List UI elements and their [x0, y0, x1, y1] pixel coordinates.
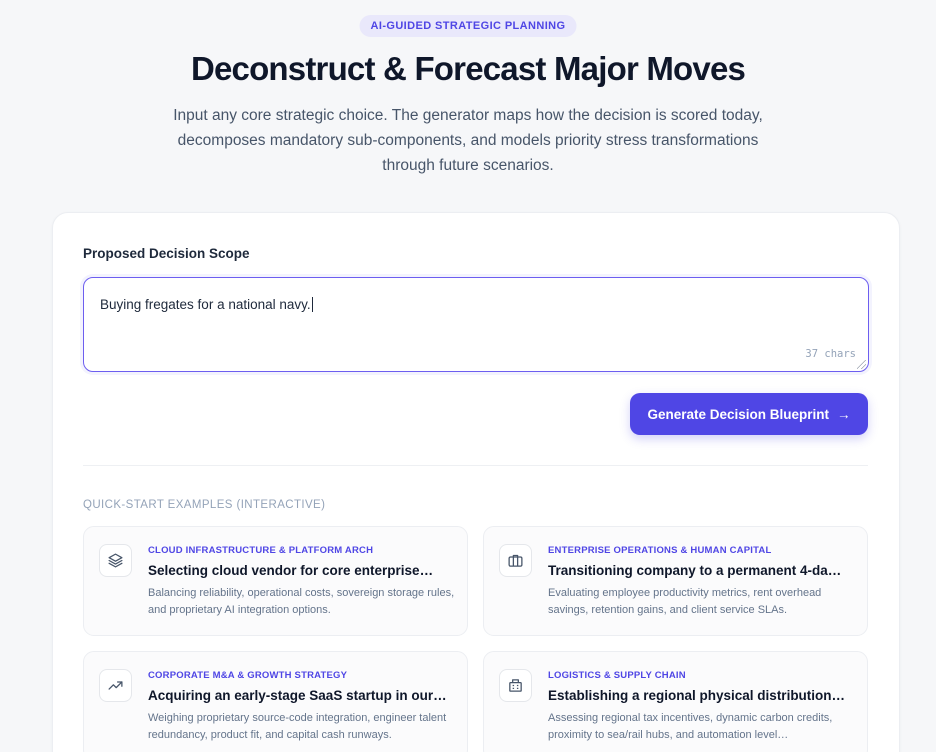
page-subtitle: Input any core strategic choice. The gen… — [173, 107, 763, 174]
example-category: CORPORATE M&A & GROWTH STRATEGY — [148, 670, 348, 681]
example-title: Selecting cloud vendor for core enterpri… — [148, 563, 434, 578]
layers-icon — [99, 544, 132, 577]
char-count: 37 chars — [805, 348, 856, 360]
example-title: Transitioning company to a permanent 4-d… — [548, 563, 848, 578]
arrow-right-icon: → — [837, 406, 851, 422]
decision-scope-input[interactable]: Buying fregates for a national navy. 37 … — [83, 277, 869, 372]
example-title: Establishing a regional physical distrib… — [548, 688, 846, 703]
example-card-cloud[interactable]: CLOUD INFRASTRUCTURE & PLATFORM ARCH Sel… — [83, 526, 468, 636]
example-description: Weighing proprietary source-code integra… — [148, 712, 447, 741]
example-description: Evaluating employee productivity metrics… — [548, 587, 822, 616]
section-badge: AI-GUIDED STRATEGIC PLANNING — [359, 15, 577, 37]
building-icon — [499, 669, 532, 702]
divider — [83, 465, 868, 466]
trending-up-icon — [99, 669, 132, 702]
decision-card: Proposed Decision Scope Buying fregates … — [52, 212, 900, 752]
example-category: ENTERPRISE OPERATIONS & HUMAN CAPITAL — [548, 545, 772, 556]
example-card-logistics[interactable]: LOGISTICS & SUPPLY CHAIN Establishing a … — [483, 651, 868, 752]
example-card-acquisition[interactable]: CORPORATE M&A & GROWTH STRATEGY Acquirin… — [83, 651, 468, 752]
example-category: CLOUD INFRASTRUCTURE & PLATFORM ARCH — [148, 545, 374, 556]
example-description: Balancing reliability, operational costs… — [148, 587, 455, 616]
generate-blueprint-button[interactable]: Generate Decision Blueprint → — [630, 393, 868, 435]
example-card-operations[interactable]: ENTERPRISE OPERATIONS & HUMAN CAPITAL Tr… — [483, 526, 868, 636]
example-description: Assessing regional tax incentives, dynam… — [548, 712, 833, 741]
decision-scope-label: Proposed Decision Scope — [83, 246, 250, 261]
briefcase-icon — [499, 544, 532, 577]
examples-heading: QUICK-START EXAMPLES (INTERACTIVE) — [83, 499, 326, 511]
text-caret — [311, 297, 313, 312]
decision-scope-value: Buying fregates for a national navy. — [100, 297, 313, 312]
page-title: Deconstruct & Forecast Major Moves — [190, 50, 746, 87]
example-title: Acquiring an early-stage SaaS startup in… — [148, 688, 447, 703]
generate-button-label: Generate Decision Blueprint — [647, 406, 830, 422]
example-category: LOGISTICS & SUPPLY CHAIN — [548, 670, 686, 681]
resize-handle[interactable] — [857, 360, 866, 369]
